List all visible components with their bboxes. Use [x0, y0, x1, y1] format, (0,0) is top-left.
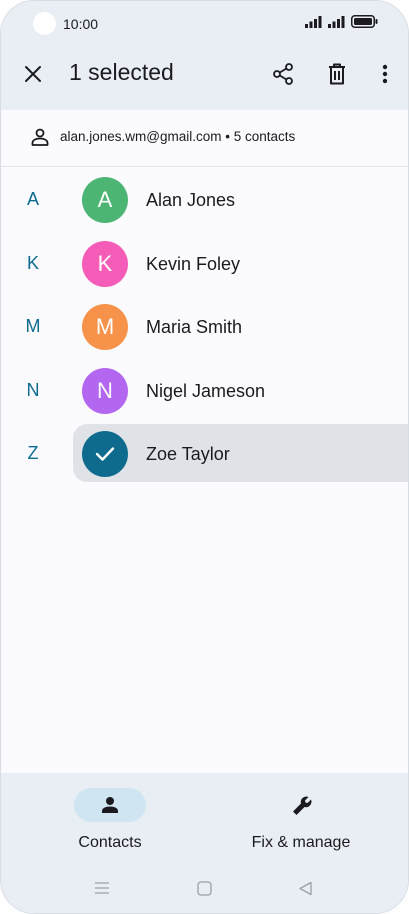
close-button[interactable]	[13, 54, 53, 94]
section-letter: K	[26, 253, 39, 273]
avatar: A	[82, 177, 128, 223]
page-title: 1 selected	[69, 59, 174, 85]
more-options-button[interactable]	[365, 54, 405, 94]
check-icon	[95, 447, 115, 461]
trash-icon	[329, 63, 345, 85]
signal-icon-2	[328, 15, 345, 28]
contact-name: Zoe Taylor	[146, 444, 230, 464]
back-icon[interactable]	[298, 881, 313, 896]
signal-icon	[305, 15, 322, 28]
bottom-navigation: Contacts Fix & manage	[1, 773, 408, 913]
contact-row-nigel-jameson[interactable]: N N Nigel Jameson	[1, 361, 408, 421]
section-letter: A	[26, 189, 39, 209]
selected-avatar	[82, 431, 128, 477]
status-bar: 10:00	[1, 1, 408, 47]
section-letter: Z	[27, 443, 39, 463]
delete-button[interactable]	[317, 54, 357, 94]
avatar: N	[82, 368, 128, 414]
contact-name: Maria Smith	[146, 317, 243, 337]
contact-row-maria-smith[interactable]: M M Maria Smith	[1, 297, 408, 357]
camera-cutout	[33, 12, 56, 35]
system-navigation-bar	[1, 881, 408, 901]
phone-screen: 10:00 1 selected alan.jones.wm@gmail.com…	[0, 0, 409, 914]
status-time: 10:00	[63, 16, 99, 32]
status-icons	[305, 15, 378, 28]
nav-contacts[interactable]: Contacts	[35, 788, 185, 852]
account-row: alan.jones.wm@gmail.com • 5 contacts	[1, 110, 408, 167]
account-summary: alan.jones.wm@gmail.com • 5 contacts	[60, 129, 296, 144]
nav-icon-holder	[265, 788, 337, 822]
wrench-icon	[293, 796, 312, 815]
contact-row-alan-jones[interactable]: A A Alan Jones	[1, 170, 408, 230]
contact-row-kevin-foley[interactable]: K K Kevin Foley	[1, 234, 408, 294]
share-icon	[273, 63, 293, 85]
avatar: M	[82, 304, 128, 350]
contact-name: Alan Jones	[146, 190, 236, 210]
share-button[interactable]	[263, 54, 303, 94]
nav-active-indicator	[74, 788, 146, 822]
battery-icon	[351, 15, 378, 28]
contact-row-zoe-taylor[interactable]: Z Zoe Taylor	[1, 424, 408, 484]
more-vert-icon	[382, 64, 388, 84]
close-icon	[25, 66, 41, 82]
person-outline-icon	[31, 128, 49, 146]
nav-label: Contacts	[78, 834, 142, 851]
avatar: K	[82, 241, 128, 287]
recents-icon[interactable]	[94, 881, 110, 895]
nav-label: Fix & manage	[251, 834, 351, 851]
contact-name: Kevin Foley	[146, 254, 241, 274]
person-icon	[102, 797, 118, 813]
nav-fix-manage[interactable]: Fix & manage	[226, 788, 376, 852]
section-letter: M	[25, 316, 41, 336]
home-icon[interactable]	[197, 881, 212, 896]
section-letter: N	[26, 380, 40, 400]
top-app-bar: 10:00 1 selected	[1, 1, 408, 110]
contact-name: Nigel Jameson	[146, 381, 266, 401]
